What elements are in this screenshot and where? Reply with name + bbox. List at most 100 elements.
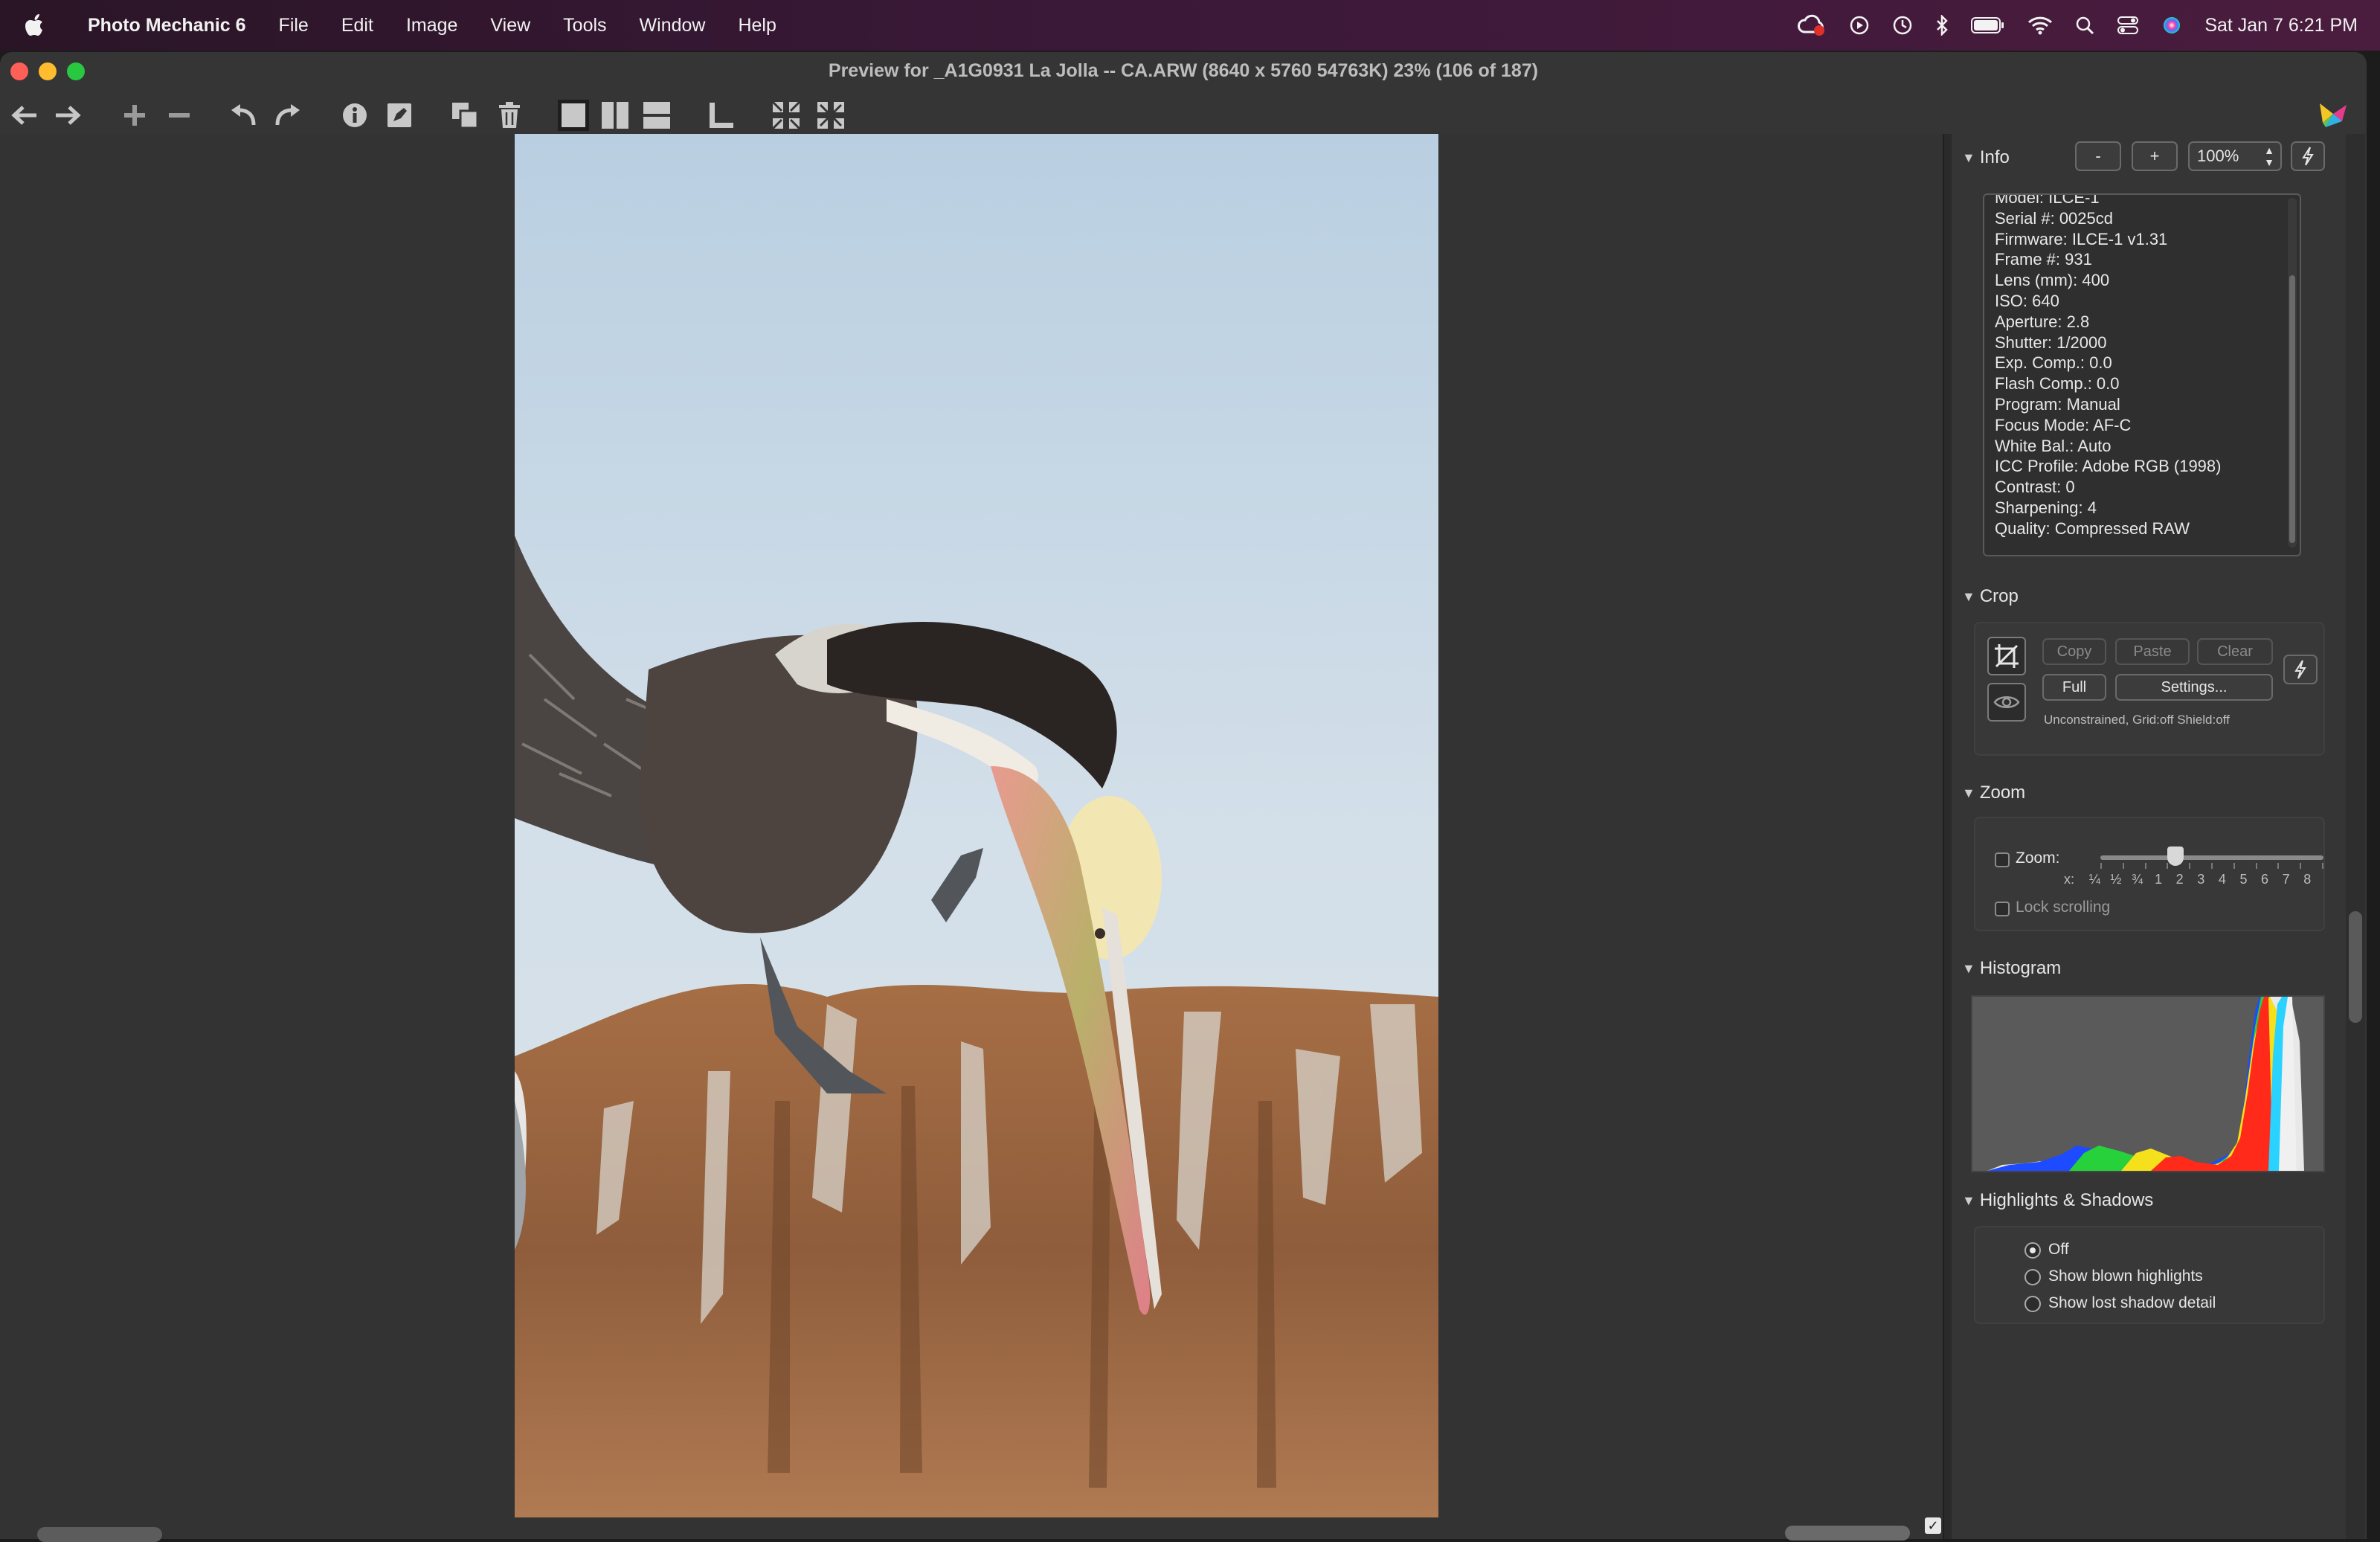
single-view-icon[interactable] [555,97,592,134]
crop-tool-button[interactable] [1987,637,2026,675]
crop-clear-button[interactable]: Clear [2197,638,2273,665]
rotate-right-icon[interactable] [269,97,306,134]
menu-image[interactable]: Image [390,15,474,36]
panel-scrollbar[interactable] [2346,134,2365,1539]
split-vertical-icon[interactable] [596,97,634,134]
radio-off[interactable] [2024,1242,2041,1259]
crop-corner-icon[interactable] [702,97,739,134]
crop-paste-button[interactable]: Paste [2115,638,2190,665]
crop-settings-button[interactable]: Settings... [2115,674,2273,701]
zoom-out-icon[interactable] [161,97,198,134]
disclosure-triangle-icon[interactable]: ▼ [1962,150,1975,166]
wifi-icon[interactable] [2027,16,2053,35]
exif-line: Model: ILCE-1 [1995,193,2100,207]
horizontal-scrollbar-left[interactable] [37,1527,162,1542]
zoom-slider-thumb[interactable] [2167,847,2184,866]
zoom-plus-button[interactable]: + [2132,141,2178,171]
bluetooth-icon[interactable] [1935,15,1949,36]
app-menu[interactable]: Photo Mechanic 6 [71,15,263,36]
radio-show-lost-shadow-detail-label[interactable]: Show lost shadow detail [2048,1294,2216,1312]
menu-edit[interactable]: Edit [325,15,390,36]
info-scrollbar[interactable] [2288,198,2297,547]
menu-tools[interactable]: Tools [547,15,623,36]
preview-photo[interactable] [515,134,1438,1517]
disclosure-triangle-icon[interactable]: ▼ [1962,1193,1975,1209]
crop-lightning-button[interactable] [2283,655,2318,684]
zoom-scale-label: 7 [2282,872,2290,887]
minimize-window-button[interactable] [39,62,57,80]
rotate-left-icon[interactable] [225,97,262,134]
zoom-minus-button[interactable]: - [2075,141,2121,171]
zoom-window-button[interactable] [67,62,85,80]
menu-window[interactable]: Window [623,15,722,36]
creative-cloud-icon[interactable] [1797,14,1827,36]
radio-show-blown-highlights-label[interactable]: Show blown highlights [2048,1268,2203,1285]
zoom-section-header[interactable]: ▼ Zoom [1962,783,2025,803]
back-arrow-icon[interactable] [6,97,43,134]
menu-help[interactable]: Help [721,15,792,36]
horizontal-scrollbar-right[interactable] [1785,1526,1910,1541]
exif-line: Frame #: 931 [1995,250,2092,269]
highlights-section-header[interactable]: ▼ Highlights & Shadows [1962,1190,2153,1211]
exif-line: Shutter: 1/2000 [1995,333,2107,352]
info-icon[interactable] [336,97,373,134]
preview-area[interactable] [0,134,1943,1542]
zoom-select-value: 100% [2197,147,2239,165]
zoom-checkbox[interactable] [1995,852,2010,867]
zoom-scale-prefix: x: [2063,872,2074,887]
trash-icon[interactable] [491,97,528,134]
histogram-section-header[interactable]: ▼ Histogram [1962,958,2061,979]
lock-scrolling-checkbox[interactable] [1995,902,2010,916]
menu-bar: Photo Mechanic 6 File Edit Image View To… [0,0,2380,51]
fit-icon[interactable] [768,97,805,134]
search-icon[interactable] [2075,16,2094,35]
control-center-icon[interactable] [2117,16,2139,35]
panel-splitter[interactable] [1943,134,1952,1539]
info-section-header[interactable]: ▼ Info [1962,147,2010,168]
apple-menu-icon[interactable] [25,13,55,37]
histogram-heading: Histogram [1979,958,2062,978]
close-window-button[interactable] [10,62,28,80]
info-scrollbar-thumb[interactable] [2289,275,2295,543]
menu-clock[interactable]: Sat Jan 7 6:21 PM [2204,15,2358,36]
radio-show-blown-highlights[interactable] [2024,1269,2041,1285]
fill-icon[interactable] [812,97,849,134]
disclosure-triangle-icon[interactable]: ▼ [1962,589,1975,605]
zoom-in-icon[interactable] [116,97,153,134]
info-lightning-button[interactable] [2291,141,2325,171]
crop-copy-button[interactable]: Copy [2042,638,2106,665]
crop-section-header[interactable]: ▼ Crop [1962,586,2019,607]
menu-view[interactable]: View [474,15,547,36]
panel-scrollbar-thumb[interactable] [2349,911,2362,1023]
siri-icon[interactable] [2161,15,2182,36]
edit-icon[interactable] [381,97,418,134]
menu-file[interactable]: File [263,15,325,36]
disclosure-triangle-icon[interactable]: ▼ [1962,961,1975,977]
zoom-label: Zoom: [2016,849,2060,867]
fit-toggle-checkbox[interactable]: ✓ [1925,1517,1941,1534]
split-horizontal-icon[interactable] [638,97,675,134]
forward-arrow-icon[interactable] [49,97,86,134]
radio-show-lost-shadow-detail[interactable] [2024,1296,2041,1312]
exif-line: Serial #: 0025cd [1995,208,2113,228]
exif-line: ICC Profile: Adobe RGB (1998) [1995,457,2222,476]
zoom-heading: Zoom [1979,783,2026,803]
crop-full-button[interactable]: Full [2042,674,2106,701]
stepper-arrows-icon: ▲ ▼ [2264,144,2274,168]
crop-shield-button[interactable] [1987,683,2026,722]
zoom-slider-track[interactable] [2100,855,2323,860]
zoom-select[interactable]: 100% ▲ ▼ [2188,141,2282,171]
battery-icon[interactable] [1971,16,2005,34]
lightning-icon [2302,147,2314,166]
zoom-scale-label: ¾ [2131,872,2143,887]
photo-mechanic-logo-icon[interactable] [2315,97,2352,134]
window-titlebar: Preview for _A1G0931 La Jolla -- CA.ARW … [0,52,2367,89]
time-machine-icon[interactable] [1892,15,1913,36]
radio-off-label[interactable]: Off [2048,1241,2069,1259]
window-title: Preview for _A1G0931 La Jolla -- CA.ARW … [828,60,1539,81]
disclosure-triangle-icon[interactable]: ▼ [1962,786,1975,801]
exif-line: Flash Comp.: 0.0 [1995,374,2120,393]
exif-info-list[interactable]: Model: ILCE-1 Serial #: 0025cd Firmware:… [1983,193,2301,556]
copy-icon[interactable] [446,97,483,134]
play-circle-icon[interactable] [1849,15,1870,36]
